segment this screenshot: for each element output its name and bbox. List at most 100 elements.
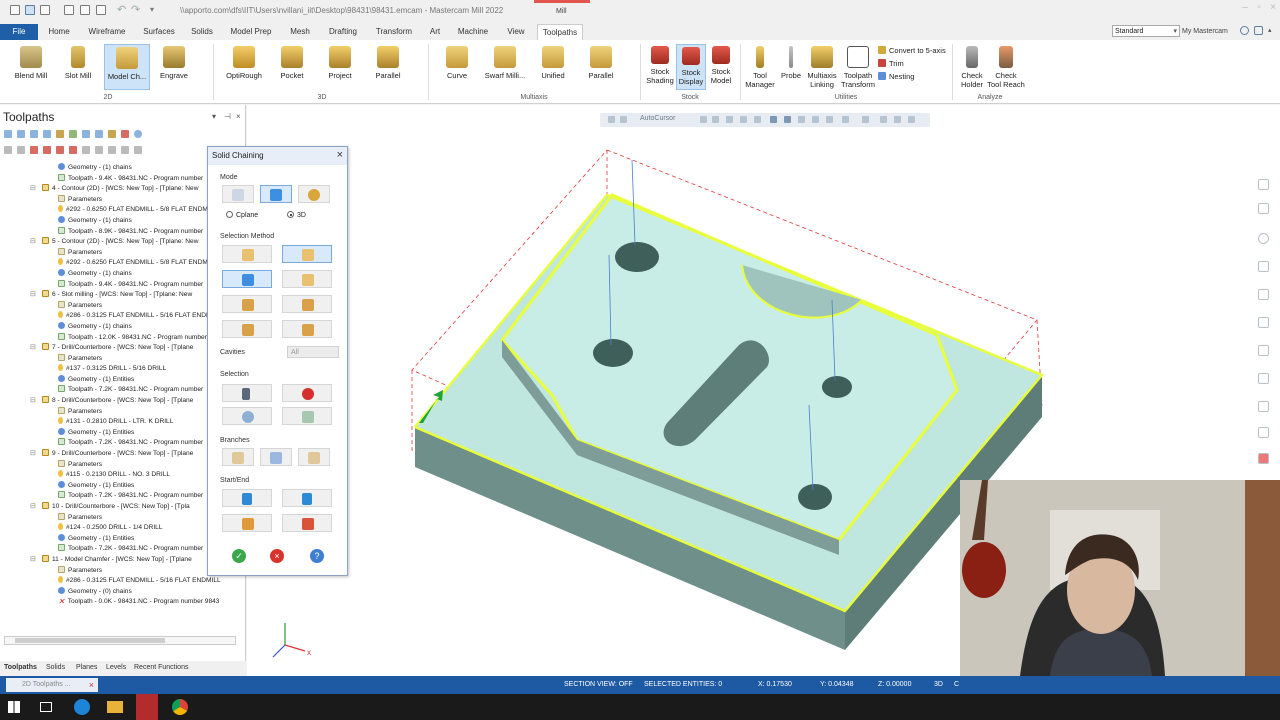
tab-file[interactable]: File (0, 24, 38, 40)
panel-pin-icon[interactable]: ⊣ (224, 112, 231, 121)
tree-collapse-icon[interactable]: ⊟ (30, 396, 36, 407)
close-window-icon[interactable]: × (1268, 3, 1278, 13)
tree-row[interactable]: Toolpath - 12.0K - 98431.NC - Program nu… (0, 332, 240, 344)
info-icon[interactable] (1254, 26, 1263, 35)
undo-icon[interactable]: ↶ (117, 5, 127, 16)
check-tool-reach-button[interactable]: Check Tool Reach (986, 44, 1026, 90)
tab-view[interactable]: View (503, 24, 529, 40)
branch-forward-button[interactable] (298, 448, 330, 466)
tree-row[interactable]: Toolpath - 7.2K - 98431.NC - Program num… (0, 385, 240, 396)
tree-collapse-icon[interactable]: ⊟ (30, 502, 36, 513)
tree-row[interactable]: #286 - 0.3125 FLAT ENDMILL - 5/16 FLAT E… (0, 576, 240, 587)
expand-icon[interactable] (95, 146, 103, 154)
dialog-help-button[interactable]: ? (310, 549, 324, 563)
tree-row[interactable]: Geometry - (1) chains (0, 163, 240, 174)
tree-row[interactable]: Geometry - (1) Entities (0, 533, 240, 545)
manager-tab-toolpaths[interactable]: Toolpaths (4, 664, 37, 671)
project-3d-button[interactable]: Project (322, 44, 358, 90)
swarf-milling-button[interactable]: Swarf Milli... (482, 44, 528, 90)
tree-operation-row[interactable]: ⊟ 8 - Drill/Counterbore - [WCS: New Top] … (0, 396, 240, 407)
open-file-icon[interactable] (40, 5, 50, 15)
tab-art[interactable]: Art (425, 24, 445, 40)
scrollbar-thumb[interactable] (15, 638, 165, 643)
tree-row[interactable]: Parameters (0, 300, 240, 312)
tree-collapse-icon[interactable]: ⊟ (30, 184, 36, 195)
cplane-radio[interactable]: Cplane (226, 211, 258, 219)
blend-mill-button[interactable]: Blend Mill (10, 44, 52, 90)
tree-row[interactable]: Toolpath - 9.4K - 98431.NC - Program num… (0, 173, 240, 185)
select-edge-button[interactable] (222, 245, 272, 263)
help-icon[interactable] (1240, 26, 1249, 35)
manager-tab-solids[interactable]: Solids (46, 664, 65, 671)
tree-row[interactable]: Geometry - (1) chains (0, 268, 240, 280)
tree-row[interactable]: Parameters (0, 512, 240, 524)
tree-row[interactable]: #115 - 0.2130 DRILL - NO. 3 DRILL (0, 470, 240, 481)
tree-collapse-icon[interactable]: ⊟ (30, 237, 36, 248)
nesting-button[interactable]: Nesting (878, 72, 914, 81)
tree-operation-row[interactable]: ⊟ 10 - Drill/Counterbore - [WCS: New Top]… (0, 502, 240, 513)
ok-button[interactable]: ✓ (232, 549, 246, 563)
quick-access-menu-icon[interactable]: ▾ (150, 5, 160, 15)
engrave-button[interactable]: Engrave (156, 44, 192, 90)
manager-tab-recent-functions[interactable]: Recent Functions (134, 664, 188, 671)
tree-collapse-icon[interactable]: ⊟ (30, 343, 36, 354)
help-panel-icon[interactable] (134, 130, 142, 138)
tree-row[interactable]: #292 - 0.6250 FLAT ENDMILL - 5/8 FLAT EN… (0, 258, 240, 269)
stock-model-button[interactable]: Stock Model (706, 44, 736, 90)
cavities-select[interactable]: All (287, 346, 339, 358)
tree-row[interactable]: #124 - 0.2500 DRILL - 1/4 DRILL (0, 523, 240, 534)
tab-home[interactable]: Home (44, 24, 74, 40)
select-failed-icon[interactable] (17, 130, 25, 138)
windows-start-icon[interactable] (8, 701, 20, 713)
select-boss-button[interactable] (282, 320, 332, 338)
tree-row[interactable]: Toolpath - 8.9K - 98431.NC - Program num… (0, 226, 240, 238)
post-icon[interactable] (95, 130, 103, 138)
insert-arrow-icon[interactable] (56, 146, 64, 154)
curve-button[interactable]: Curve (440, 44, 474, 90)
stock-shading-button[interactable]: Stock Shading (644, 44, 676, 90)
tree-row[interactable]: Geometry - (1) Entities (0, 427, 240, 439)
model-chamfer-button[interactable]: Model Ch... (104, 44, 150, 90)
end-button[interactable] (282, 489, 332, 507)
parallel-multiaxis-button[interactable]: Parallel (584, 44, 618, 90)
tab-model-prep[interactable]: Model Prep (228, 24, 274, 40)
verify-icon[interactable] (69, 130, 77, 138)
tab-machine[interactable]: Machine (455, 24, 491, 40)
tab-solids[interactable]: Solids (188, 24, 216, 40)
branch-back-button[interactable] (222, 448, 254, 466)
tree-row[interactable]: #286 - 0.3125 FLAT ENDMILL - 5/16 FLAT E… (0, 311, 240, 322)
select-cavity-button[interactable] (222, 320, 272, 338)
mode-options-button[interactable] (298, 185, 330, 203)
tree-row[interactable]: Parameters (0, 459, 240, 471)
tree-operation-row[interactable]: ⊟ 7 - Drill/Counterbore - [WCS: New Top] … (0, 343, 240, 354)
redo-icon[interactable]: ↷ (131, 5, 141, 16)
select-all-icon[interactable] (4, 130, 12, 138)
mastercam-taskbar-icon[interactable] (136, 694, 158, 720)
tree-collapse-icon[interactable]: ⊟ (30, 290, 36, 301)
select-pattern-button[interactable] (282, 407, 332, 425)
select-face-button[interactable] (282, 245, 332, 263)
stock-display-button[interactable]: Stock Display (676, 44, 706, 90)
tab-wireframe[interactable]: Wireframe (86, 24, 128, 40)
document-tab[interactable]: 2D Toolpaths ... × (6, 678, 98, 692)
multiaxis-linking-button[interactable]: Multiaxis Linking (804, 44, 840, 90)
export-icon[interactable] (96, 5, 106, 15)
panel-close-icon[interactable]: × (236, 112, 241, 121)
dialog-close-icon[interactable]: × (337, 150, 343, 161)
reverse-button[interactable] (282, 514, 332, 532)
move-up-icon[interactable] (43, 146, 51, 154)
lock-icon[interactable] (4, 146, 12, 154)
tree-row[interactable]: #292 - 0.6250 FLAT ENDMILL - 5/8 FLAT EN… (0, 205, 240, 216)
filter-icon[interactable] (121, 146, 129, 154)
edge-browser-icon[interactable] (74, 699, 90, 715)
workspace-select[interactable]: Standard (1112, 25, 1180, 37)
parallel-3d-button[interactable]: Parallel (370, 44, 406, 90)
delete-all-icon[interactable] (121, 130, 129, 138)
tab-transform[interactable]: Transform (374, 24, 414, 40)
tree-row[interactable]: #131 - 0.2810 DRILL - LTR. K DRILL (0, 417, 240, 428)
toolpath-transform-button[interactable]: Toolpath Transform (840, 44, 876, 90)
tree-row[interactable]: Parameters (0, 353, 240, 365)
scroll-insert-icon[interactable] (69, 146, 77, 154)
unified-button[interactable]: Unified (536, 44, 570, 90)
tree-row[interactable]: Geometry - (1) Entities (0, 480, 240, 492)
